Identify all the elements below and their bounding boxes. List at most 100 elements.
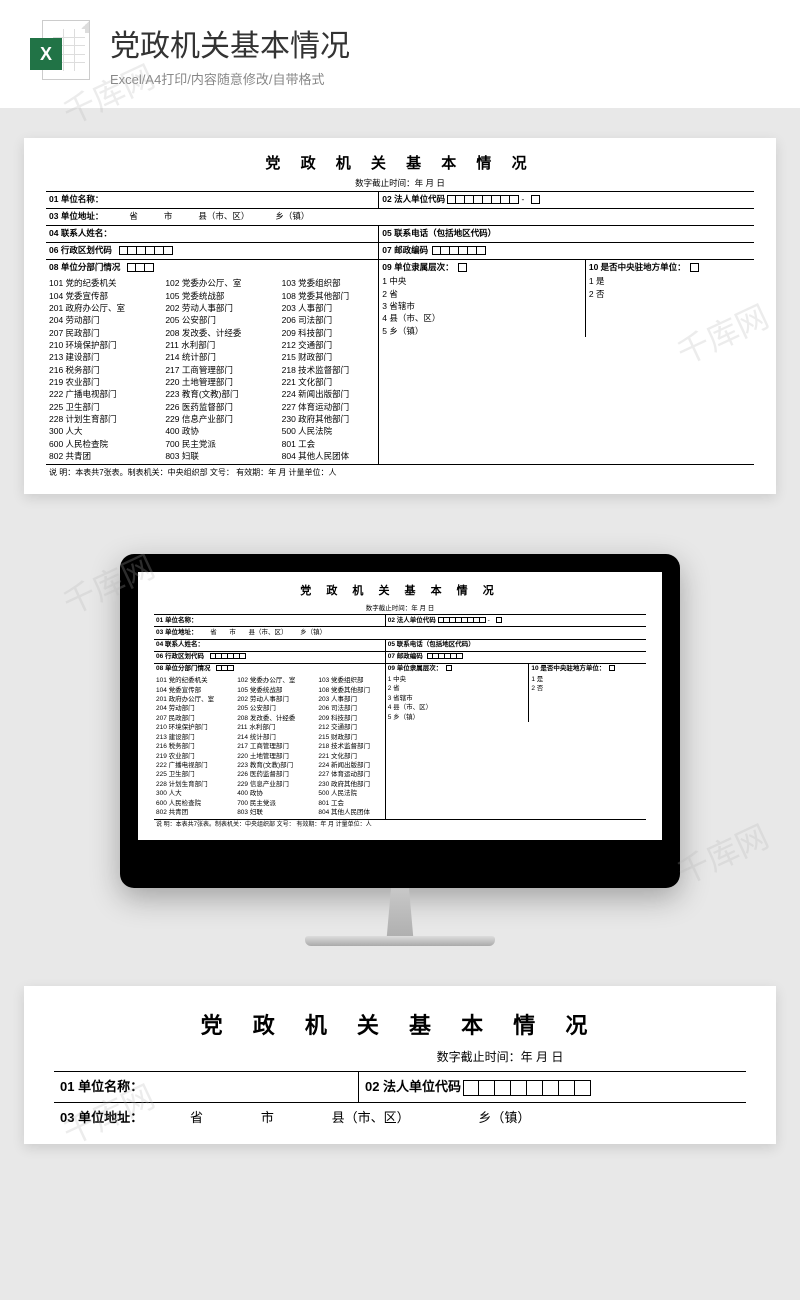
label-01: 01 单位名称： xyxy=(156,617,198,624)
level-item: 4 县（市、区） xyxy=(388,703,527,712)
dept-item: 230 政府其他部门 xyxy=(282,413,376,425)
admin-code-boxes xyxy=(119,246,173,255)
dept-item: 208 发改委、计经委 xyxy=(237,714,314,723)
addr-province: 省 xyxy=(210,629,217,636)
dept-item: 500 人民法院 xyxy=(318,789,382,798)
dept-item: 202 劳动人事部门 xyxy=(237,695,314,704)
dept-item: 213 建设部门 xyxy=(156,733,233,742)
dept-item: 104 党委宣传部 xyxy=(156,686,233,695)
label-06: 06 行政区划代码 xyxy=(156,653,204,660)
dept-item: 103 党委组织部 xyxy=(318,676,382,685)
label-03: 03 单位地址： xyxy=(60,1110,143,1125)
document-preview-a4: 党 政 机 关 基 本 情 况 数字截止时间：年 月 日 01 单位名称： 02… xyxy=(24,138,776,494)
label-08: 08 单位分部门情况 xyxy=(156,665,211,672)
dept-item: 500 人民法院 xyxy=(282,425,376,437)
dept-item: 219 农业部门 xyxy=(156,752,233,761)
dept-item: 700 民主党派 xyxy=(237,799,314,808)
dept-item: 216 税务部门 xyxy=(156,742,233,751)
dept-item: 101 党的纪委机关 xyxy=(156,676,233,685)
dept-item: 600 人民检查院 xyxy=(156,799,233,808)
footer-note: 说 明：本表共7张表。制表机关：中央组织部 文号： 有效期：年 月 计量单位：人 xyxy=(46,465,754,481)
addr-city: 市 xyxy=(261,1110,274,1125)
label-05: 05 联系电话（包括地区代码） xyxy=(382,228,496,238)
page-subtitle: Excel/A4打印/内容随意修改/自带格式 xyxy=(110,69,350,88)
dept-item: 217 工商管理部门 xyxy=(165,364,277,376)
label-02: 02 法人单位代码 xyxy=(365,1079,461,1094)
label-07: 07 邮政编码 xyxy=(382,245,428,255)
dept-item: 226 医药监督部门 xyxy=(237,770,314,779)
level-item: 2 省 xyxy=(388,684,527,693)
doc-subtitle: 数字截止时间：年 月 日 xyxy=(154,602,646,612)
dept-item: 212 交通部门 xyxy=(318,723,382,732)
level-item: 5 乡（镇） xyxy=(382,325,582,337)
dept-item: 225 卫生部门 xyxy=(156,770,233,779)
dept-item: 217 工商管理部门 xyxy=(237,742,314,751)
dept-item: 208 发改委、计经委 xyxy=(165,327,277,339)
dept-item: 214 统计部门 xyxy=(165,351,277,363)
page-header: X 党政机关基本情况 Excel/A4打印/内容随意修改/自带格式 xyxy=(0,0,800,108)
dept-item: 224 新闻出版部门 xyxy=(282,388,376,400)
dept-item: 227 体育运动部门 xyxy=(282,401,376,413)
dept-item: 101 党的纪委机关 xyxy=(49,277,161,289)
label-03: 03 单位地址： xyxy=(49,211,103,221)
dept-item: 203 人事部门 xyxy=(282,302,376,314)
doc-title: 党 政 机 关 基 本 情 况 xyxy=(154,582,646,598)
dept-item: 212 交通部门 xyxy=(282,339,376,351)
dept-item: 300 人大 xyxy=(49,425,161,437)
addr-city: 市 xyxy=(229,629,236,636)
dept-item: 102 党委办公厅、室 xyxy=(165,277,277,289)
doc-subtitle: 数字截止时间：年 月 日 xyxy=(46,177,754,189)
dept-item: 202 劳动人事部门 xyxy=(165,302,277,314)
level-list: 1 中央2 省3 省辖市4 县（市、区）5 乡（镇） xyxy=(388,675,527,722)
dept-item: 104 党委宣传部 xyxy=(49,290,161,302)
dept-item: 108 党委其他部门 xyxy=(282,290,376,302)
dept-item: 215 财政部门 xyxy=(318,733,382,742)
label-08: 08 单位分部门情况 xyxy=(49,262,120,272)
dept-item: 218 技术监督部门 xyxy=(318,742,382,751)
form-table: 01 单位名称： 02 法人单位代码 - 03 单位地址： 省 市 县（市、区）… xyxy=(46,191,754,480)
level-item: 4 县（市、区） xyxy=(382,312,582,324)
dept-item: 108 党委其他部门 xyxy=(318,686,382,695)
dept-item: 105 党委统战部 xyxy=(237,686,314,695)
dept-item: 210 环境保护部门 xyxy=(49,339,161,351)
label-04: 04 联系人姓名： xyxy=(156,641,204,648)
monitor-mockup: 党 政 机 关 基 本 情 况 数字截止时间：年 月 日 01 单位名称： 02… xyxy=(120,554,680,946)
doc-subtitle: 数字截止时间：年 月 日 xyxy=(54,1048,746,1065)
dept-item: 216 税务部门 xyxy=(49,364,161,376)
dept-item: 220 土地管理部门 xyxy=(237,752,314,761)
dept-item: 220 土地管理部门 xyxy=(165,376,277,388)
dept-item: 219 农业部门 xyxy=(49,376,161,388)
dept-item: 204 劳动部门 xyxy=(156,704,233,713)
level-item: 5 乡（镇） xyxy=(388,713,527,722)
dept-item: 230 政府其他部门 xyxy=(318,780,382,789)
label-02: 02 法人单位代码 xyxy=(382,194,445,204)
excel-icon: X xyxy=(30,20,90,88)
dept-item: 223 教育(文教)部门 xyxy=(165,388,277,400)
dept-item: 221 文化部门 xyxy=(318,752,382,761)
dept-item: 801 工会 xyxy=(318,799,382,808)
addr-city: 市 xyxy=(164,211,173,221)
label-05: 05 联系电话（包括地区代码） xyxy=(388,641,475,648)
dept-item: 103 党委组织部 xyxy=(282,277,376,289)
label-09: 09 单位隶属层次： xyxy=(388,665,443,672)
dept-item: 803 妇联 xyxy=(237,808,314,817)
watermark: 千库网 xyxy=(669,812,775,894)
dept-item: 223 教育(文教)部门 xyxy=(237,761,314,770)
level-item: 2 省 xyxy=(382,288,582,300)
departments-grid: 101 党的纪委机关102 党委办公厅、室103 党委组织部104 党委宣传部1… xyxy=(156,676,383,817)
dept-item: 201 政府办公厅、室 xyxy=(156,695,233,704)
yesno-item: 2 否 xyxy=(531,684,644,693)
dept-item: 804 其他人民团体 xyxy=(282,450,376,462)
label-10: 10 是否中央驻地方单位： xyxy=(589,262,686,272)
form-table: 01 单位名称： 02 法人单位代码 - 03 单位地址： 省 市 县（市、区）… xyxy=(154,614,646,830)
dept-code-boxes xyxy=(127,263,154,272)
addr-county: 县（市、区） xyxy=(198,211,249,221)
label-10: 10 是否中央驻地方单位： xyxy=(531,665,605,672)
label-02: 02 法人单位代码 xyxy=(388,617,436,624)
addr-town: 乡（镇） xyxy=(478,1110,530,1125)
dept-item: 206 司法部门 xyxy=(318,704,382,713)
label-04: 04 联系人姓名： xyxy=(49,228,112,238)
level-item: 1 中央 xyxy=(388,675,527,684)
label-01: 01 单位名称： xyxy=(49,194,103,204)
dept-item: 211 水利部门 xyxy=(165,339,277,351)
